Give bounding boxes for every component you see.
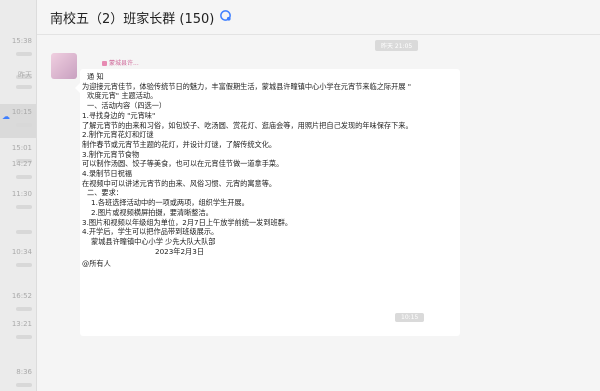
- conversation-time: 16:52: [11, 292, 32, 300]
- conversation-preview: [16, 335, 32, 339]
- conversation-preview: [16, 383, 32, 387]
- group-cloud-icon[interactable]: [219, 9, 232, 22]
- conversation-time: 11:30: [11, 190, 32, 198]
- conversation-time: 昨天: [18, 71, 32, 79]
- conversation-time: 10:34: [11, 248, 32, 256]
- timestamp-divider: 昨天 21:05: [375, 40, 419, 51]
- message-line: 二、要求：: [87, 188, 123, 198]
- message-heading: 通 知: [87, 72, 104, 81]
- conversation-preview: [16, 263, 32, 267]
- message-line: 4.录制节日祝福: [82, 169, 132, 179]
- message-line: 2.制作元宵花灯和灯谜: [82, 130, 154, 140]
- message-line: 2.图片或视频横屏拍摄，要清晰整洁。: [91, 207, 213, 217]
- message-line: 欢度元宵" 主题活动。: [87, 91, 158, 101]
- message-text: 通 知 为迎接元宵佳节，体验传统节日的魅力，丰富假期生活，蒙城县许疃镇中心小学在…: [82, 72, 458, 269]
- message-line: 了解元宵节的由来和习俗，如包饺子、吃汤圆、赏花灯、逛庙会等，用照片把自己发现的年…: [82, 120, 413, 130]
- message-line: 1.寻找身边的 "元宵味": [82, 110, 156, 120]
- sender-name-text: 蒙城县许...: [109, 60, 139, 67]
- message-date: 2023年2月3日: [155, 246, 205, 256]
- conversation-preview: [16, 85, 32, 89]
- conversation-preview: [16, 175, 32, 179]
- message-line: 1.各班选择活动中的一项或两项，组织学生开展。: [91, 198, 249, 208]
- sender-avatar[interactable]: [51, 53, 77, 79]
- message-line: 一、活动内容（四选一）: [87, 101, 167, 111]
- chat-header: 南校五（2）班家长群 (150): [37, 0, 600, 35]
- conversation-item[interactable]: 8:36: [0, 364, 36, 391]
- conversation-preview: [16, 230, 32, 234]
- conversation-item[interactable]: [0, 211, 36, 245]
- conversation-item[interactable]: 10:34: [0, 244, 36, 278]
- message-line: 可以制作汤圆、饺子等美食，也可以在元宵佳节做一道拿手菜。: [82, 159, 284, 169]
- sender-name[interactable]: 蒙城县许...: [102, 58, 139, 67]
- chat-title[interactable]: 南校五（2）班家长群 (150): [50, 8, 214, 27]
- message-signature: 蒙城县许疃镇中心小学 少先大队大队部: [91, 236, 216, 246]
- conversation-time: 10:15: [11, 108, 32, 116]
- message-line: 3.图片和视频以年级组为单位，2月7日上午放学前统一发到班群。: [82, 217, 293, 227]
- conversation-item[interactable]: ☁ 10:15: [0, 104, 36, 138]
- timestamp-divider: 10:15: [395, 313, 425, 322]
- message-line: 4.开学后，学生可以把作品带到班级展示。: [82, 227, 219, 237]
- message-line: 在视频中可以讲述元宵节的由来、风俗习惯、元宵的寓意等。: [82, 178, 277, 188]
- chat-area: 昨天 21:05 蒙城县许... 通 知 为迎接元宵佳节，体验传统节日的魅力，丰…: [37, 35, 600, 391]
- conversation-list: 15:38 昨天 ☁ 10:15 15:01 14:27 11:30 10:34 16:52 13…: [0, 0, 37, 391]
- message-line: 制作春节或元宵节主题的花灯，并设计灯谜，了解传统文化。: [82, 139, 277, 149]
- conversation-time: 15:01: [11, 144, 32, 152]
- conversation-item[interactable]: 14:27: [0, 156, 36, 190]
- conversation-time: 15:38: [11, 37, 32, 45]
- cloud-icon: ☁: [2, 112, 10, 121]
- conversation-time: 8:36: [16, 368, 32, 376]
- sender-badge-icon: [102, 61, 107, 66]
- conversation-item[interactable]: 昨天: [0, 66, 36, 100]
- message-line: 为迎接元宵佳节，体验传统节日的魅力，丰富假期生活，蒙城县许疃镇中心小学在元宵节来…: [82, 81, 412, 91]
- mention-all[interactable]: @所有人: [82, 259, 458, 269]
- conversation-time: 14:27: [11, 160, 32, 168]
- conversation-preview: [16, 123, 32, 127]
- conversation-time: 13:21: [11, 320, 32, 328]
- conversation-item[interactable]: 13:21: [0, 316, 36, 350]
- conversation-preview: [16, 307, 32, 311]
- conversation-preview: [16, 205, 32, 209]
- message-line: 3.制作元宵节食物: [82, 149, 140, 159]
